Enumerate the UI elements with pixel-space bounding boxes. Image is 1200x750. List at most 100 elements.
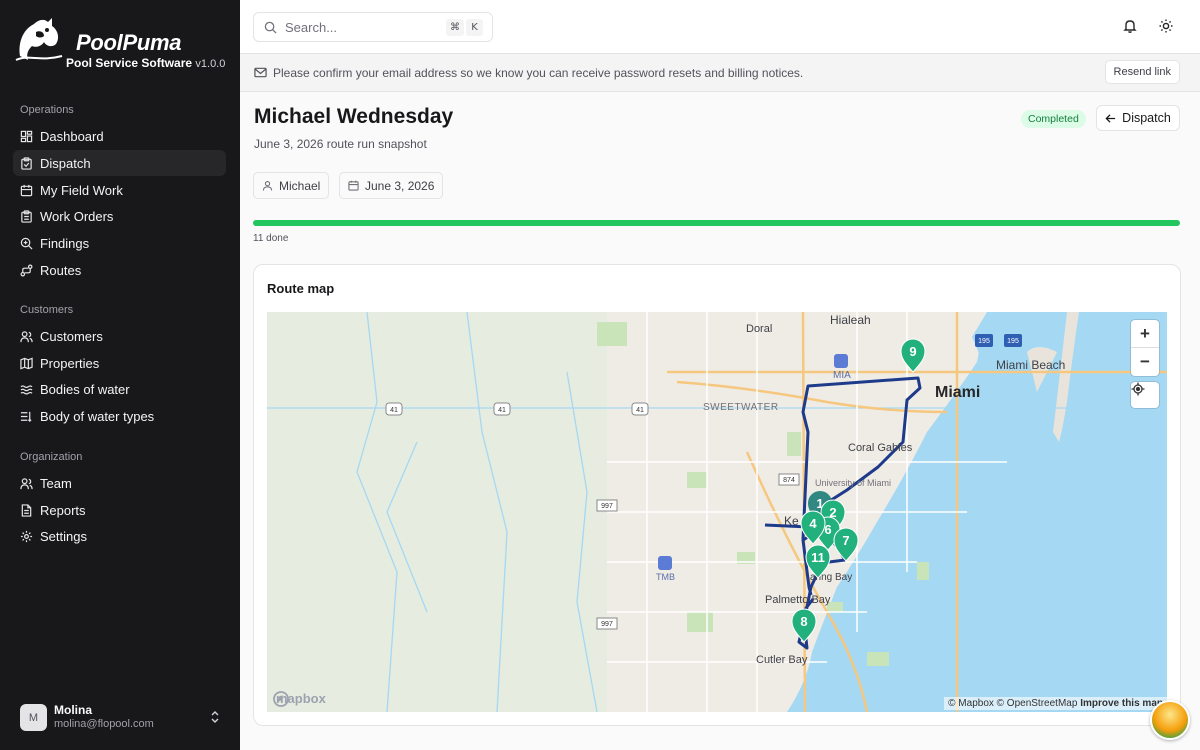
sidebar-item-label: Work Orders (40, 208, 114, 224)
place-label-university: University of Miami (815, 478, 891, 488)
section-title-organization: Organization (20, 451, 83, 463)
dashboard-icon (20, 130, 33, 143)
brand[interactable]: PoolPuma Pool Service Software v1.0.0 (14, 16, 229, 74)
sidebar-item-dashboard[interactable]: Dashboard (13, 123, 226, 149)
sidebar-item-team[interactable]: Team (13, 470, 226, 496)
geolocate-button[interactable] (1131, 382, 1159, 408)
map-attribution: © Mapbox © OpenStreetMap Improve this ma… (944, 697, 1167, 710)
place-label-miami: Miami (935, 384, 980, 401)
list-icon (20, 410, 33, 423)
brand-tagline-text: Pool Service Software (66, 56, 193, 70)
team-icon (20, 477, 33, 490)
sidebar-item-properties[interactable]: Properties (13, 350, 226, 376)
map-canvas: Hialeah Doral MIA Miami Miami Beach SWEE… (267, 312, 1167, 712)
marker-label: 7 (842, 533, 849, 548)
place-label-kendall: Ke (784, 514, 799, 528)
section-title-customers: Customers (20, 304, 74, 316)
progress-fill (253, 220, 1180, 226)
sidebar-item-label: Properties (40, 355, 100, 371)
sidebar-item-customers[interactable]: Customers (13, 323, 226, 349)
floating-avatar-badge[interactable] (1150, 700, 1190, 740)
puma-logo-icon (15, 18, 63, 61)
place-label-coral-gables: Coral Gables (848, 442, 913, 454)
place-label-hialeah: Hialeah (830, 313, 871, 327)
airport-icon-tmb (658, 556, 672, 570)
airport-icon-mia (834, 354, 848, 368)
sidebar-item-label: Team (40, 475, 72, 491)
shield-label: 41 (498, 407, 506, 414)
sidebar-item-label: Dispatch (40, 155, 91, 171)
topbar: Search... ⌘ K (240, 0, 1200, 54)
section-title-operations: Operations (20, 104, 74, 116)
marker-label: 4 (809, 516, 817, 531)
shield-label: 41 (636, 407, 644, 414)
progress-label: 11 done (253, 233, 289, 244)
run-date: June 3, 2026 (365, 178, 435, 193)
shortcut-key-cmd: ⌘ (446, 19, 464, 36)
sidebar-item-label: Bodies of water (40, 381, 130, 397)
sidebar-item-label: Dashboard (40, 128, 104, 144)
sidebar-item-routes[interactable]: Routes (13, 257, 226, 283)
calendar-small-icon (348, 180, 359, 191)
back-button-label: Dispatch (1122, 111, 1171, 125)
brand-name: PoolPuma (76, 30, 182, 55)
attribution-text[interactable]: © Mapbox © OpenStreetMap (948, 698, 1077, 709)
arrow-left-icon (1105, 113, 1116, 123)
sidebar-item-findings[interactable]: Findings (13, 230, 226, 256)
crosshair-icon (1131, 382, 1145, 396)
user-icon (262, 181, 273, 191)
shield-label: 997 (601, 621, 613, 628)
users-icon (20, 330, 33, 343)
marker-label: 8 (800, 614, 807, 629)
marker-label: 9 (909, 344, 916, 359)
banner-text: Please confirm your email address so we … (273, 65, 804, 80)
sidebar-item-my-field-work[interactable]: My Field Work (13, 177, 226, 203)
place-label-cutler-bay: Cutler Bay (756, 654, 808, 666)
card-title: Route map (267, 281, 335, 296)
file-icon (20, 503, 33, 517)
zoom-out-button[interactable]: − (1131, 348, 1159, 376)
sidebar-item-body-of-water-types[interactable]: Body of water types (13, 403, 226, 429)
sidebar-item-label: Routes (40, 262, 82, 278)
zoom-controls: + − (1131, 320, 1159, 376)
sidebar-item-label: Findings (40, 235, 90, 251)
technician-name: Michael (279, 178, 321, 193)
sidebar-item-reports[interactable]: Reports (13, 497, 226, 523)
brand-tagline: Pool Service Software v1.0.0 (66, 56, 225, 70)
shield-label: 997 (601, 503, 613, 510)
mapbox-logo[interactable]: mapbox (273, 691, 326, 707)
sidebar-item-settings[interactable]: Settings (13, 523, 226, 549)
search-zoom-icon (20, 237, 33, 250)
user-name: Molina (54, 703, 92, 717)
email-confirm-banner: Please confirm your email address so we … (240, 54, 1200, 92)
chevrons-up-down-icon (211, 711, 219, 723)
sidebar-item-label: Reports (40, 502, 86, 518)
sidebar-item-work-orders[interactable]: Work Orders (13, 203, 226, 229)
place-label-mia: MIA (833, 370, 851, 381)
sidebar-item-label: Customers (40, 328, 103, 344)
sun-icon[interactable] (1158, 18, 1174, 34)
route-map[interactable]: Hialeah Doral MIA Miami Miami Beach SWEE… (267, 312, 1167, 712)
status-badge: Completed (1021, 110, 1086, 128)
map-icon (20, 357, 33, 370)
bell-icon[interactable] (1122, 18, 1138, 34)
clipboard-list-icon (20, 209, 33, 223)
user-menu[interactable]: M Molina molina@flopool.com (20, 702, 225, 734)
shield-label: 195 (1007, 338, 1019, 345)
place-label-tmb: TMB (656, 572, 675, 582)
back-to-dispatch-button[interactable]: Dispatch (1096, 105, 1180, 131)
search-placeholder: Search... (285, 19, 338, 35)
sidebar-item-dispatch[interactable]: Dispatch (13, 150, 226, 176)
shield-label: 41 (390, 407, 398, 414)
zoom-in-button[interactable]: + (1131, 320, 1159, 348)
place-label-sweetwater: SWEETWATER (703, 402, 779, 413)
place-label-doral: Doral (746, 323, 772, 335)
avatar: M (20, 704, 47, 731)
search-input[interactable]: Search... ⌘ K (253, 12, 493, 42)
shield-label: 195 (978, 338, 990, 345)
calendar-icon (20, 184, 33, 197)
improve-map-link[interactable]: Improve this map (1080, 698, 1163, 709)
marker-label: 11 (811, 550, 825, 565)
sidebar-item-bodies-of-water[interactable]: Bodies of water (13, 376, 226, 402)
resend-link-button[interactable]: Resend link (1104, 60, 1180, 84)
